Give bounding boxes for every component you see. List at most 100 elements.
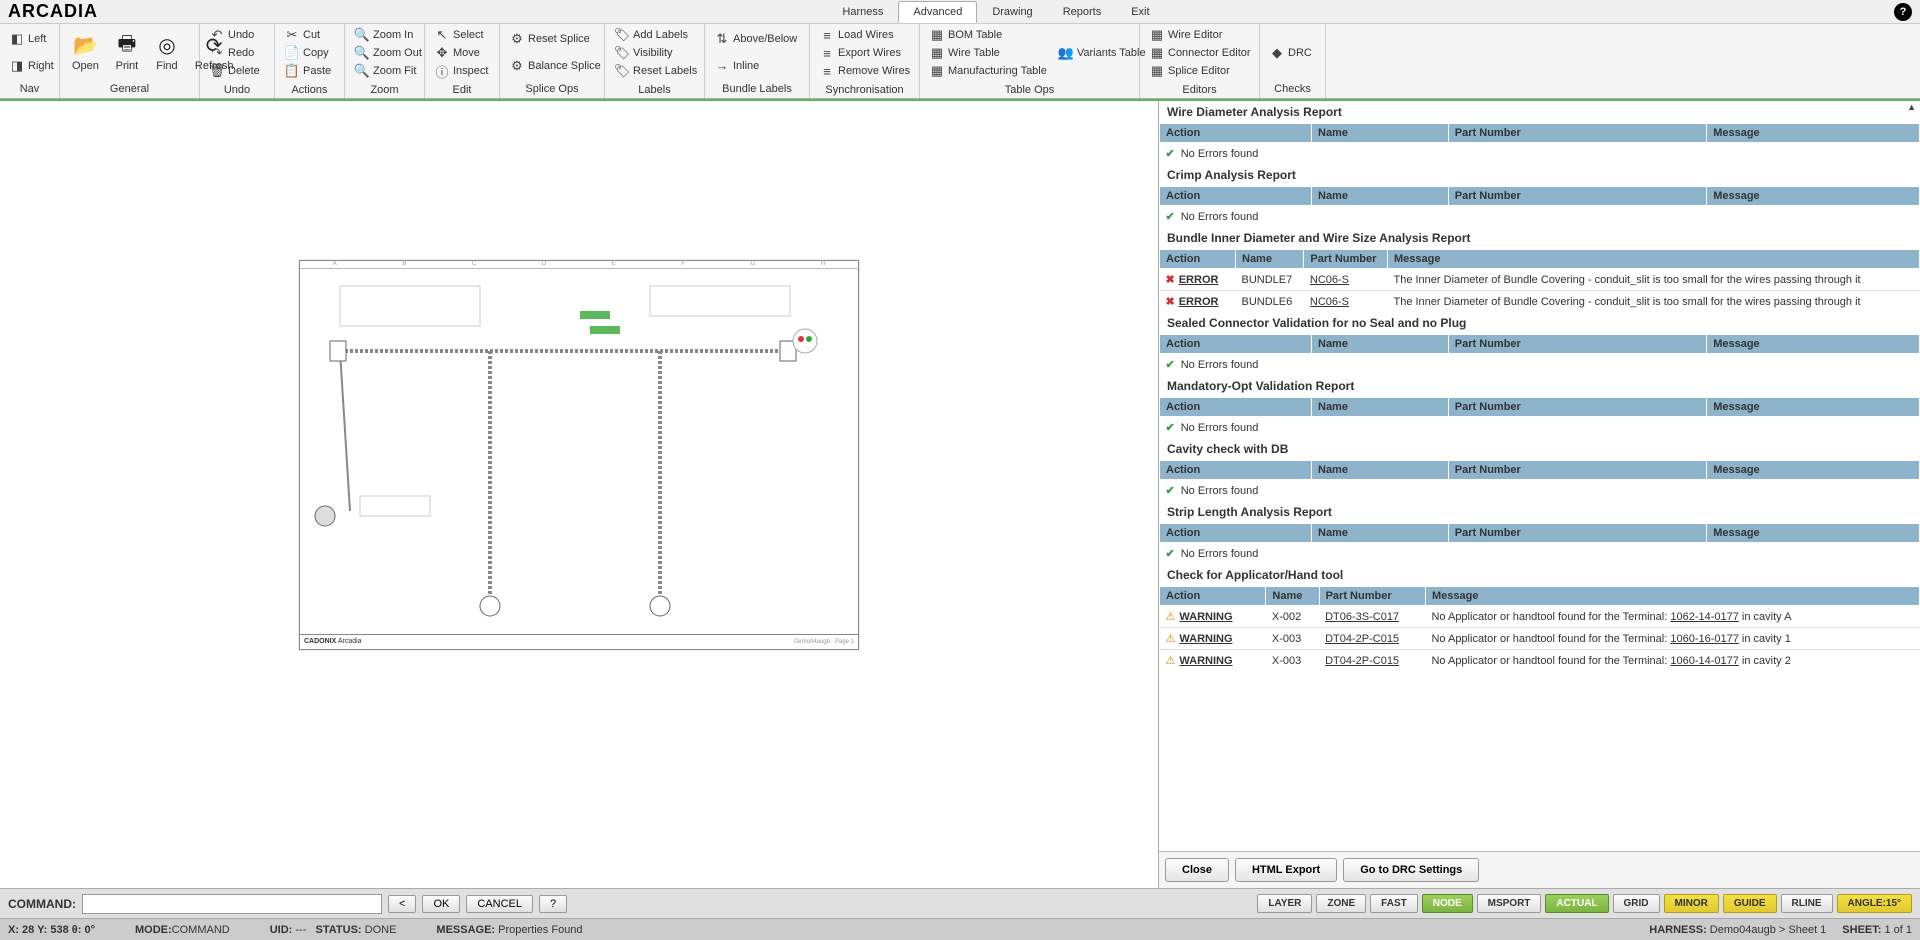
drc-col-header: Part Number — [1448, 335, 1706, 354]
menu-tab-advanced[interactable]: Advanced — [898, 1, 977, 23]
paste-button[interactable]: 📋Paste — [279, 62, 337, 80]
html-export-button[interactable]: HTML Export — [1235, 858, 1337, 882]
status-coords: X: 28 Y: 538 θ: 0° — [8, 924, 95, 936]
nav-left-button[interactable]: ◧Left — [4, 30, 60, 48]
drc-level-link[interactable]: WARNING — [1179, 655, 1232, 667]
terminal-link[interactable]: 1062-14-0177 — [1670, 611, 1739, 623]
toggle-minor[interactable]: MINOR — [1664, 894, 1719, 913]
editor-icon: ▦ — [1150, 64, 1164, 78]
cmd-help-button[interactable]: ? — [539, 895, 567, 913]
drc-level-link[interactable]: ERROR — [1179, 274, 1219, 286]
export-wires-button[interactable]: ≡Export Wires — [814, 44, 916, 62]
help-icon[interactable]: ? — [1894, 3, 1912, 21]
cmd-prev-button[interactable]: < — [388, 895, 416, 913]
zoom-in-icon: 🔍 — [355, 28, 369, 42]
toggle-fast[interactable]: FAST — [1370, 894, 1418, 913]
reset-labels-button[interactable]: 🏷Reset Labels — [609, 62, 703, 80]
drc-col-header: Name — [1312, 524, 1449, 543]
balance-splice-button[interactable]: ⚙Balance Splice — [504, 57, 607, 75]
delete-button[interactable]: 🗑Delete — [204, 62, 266, 80]
drc-level-link[interactable]: WARNING — [1179, 633, 1232, 645]
drc-no-errors-row: ✔No Errors found — [1160, 417, 1920, 439]
terminal-link[interactable]: 1060-16-0177 — [1670, 633, 1739, 645]
cut-button[interactable]: ✂Cut — [279, 26, 337, 44]
collapse-icon[interactable]: ▲ — [1907, 102, 1916, 112]
print-button[interactable]: 🖶Print — [107, 26, 147, 79]
mfg-table-button[interactable]: ▦Manufacturing Table — [924, 62, 1053, 80]
command-bar: COMMAND: < OK CANCEL ? LAYERZONEFASTNODE… — [0, 888, 1920, 918]
part-number-link[interactable]: NC06-S — [1310, 296, 1349, 308]
drc-button[interactable]: ◆DRC — [1264, 44, 1318, 62]
check-icon: ✔ — [1166, 422, 1175, 434]
zoom-in-button[interactable]: 🔍Zoom In — [349, 26, 428, 44]
command-label: COMMAND: — [8, 897, 76, 911]
command-input[interactable] — [82, 894, 382, 914]
ribbon-group-label: Zoom — [345, 82, 424, 98]
drc-col-header: Message — [1387, 250, 1919, 269]
part-number-link[interactable]: DT04-2P-C015 — [1325, 655, 1399, 667]
toggle-actual[interactable]: ACTUAL — [1545, 894, 1608, 913]
remove-wires-button[interactable]: ≡Remove Wires — [814, 62, 916, 80]
ribbon-group-label: Editors — [1140, 82, 1259, 98]
bom-table-button[interactable]: ▦BOM Table — [924, 26, 1053, 44]
wire-table-button[interactable]: ▦Wire Table — [924, 44, 1053, 62]
copy-button[interactable]: 📄Copy — [279, 44, 337, 62]
select-button[interactable]: ↖Select — [429, 26, 494, 44]
inspect-button[interactable]: ⓘInspect — [429, 62, 494, 80]
drc-scroll[interactable]: Wire Diameter Analysis Report▲ActionName… — [1159, 101, 1920, 851]
cmd-ok-button[interactable]: OK — [422, 895, 460, 913]
zoom-out-button[interactable]: 🔍Zoom Out — [349, 44, 428, 62]
part-number-link[interactable]: NC06-S — [1310, 274, 1349, 286]
drc-col-header: Action — [1160, 187, 1312, 206]
load-wires-button[interactable]: ≡Load Wires — [814, 26, 916, 44]
variants-table-button[interactable]: 👥Variants Table — [1053, 44, 1152, 62]
reset-splice-button[interactable]: ⚙Reset Splice — [504, 30, 607, 48]
toggle-msport[interactable]: MSPORT — [1477, 894, 1542, 913]
drawing-canvas[interactable]: ABCDEFGH CADONIX A — [0, 101, 1158, 888]
visibility-button[interactable]: 🏷Visibility — [609, 44, 703, 62]
check-icon: ✔ — [1166, 211, 1175, 223]
drc-level-link[interactable]: WARNING — [1179, 611, 1232, 623]
error-icon: ✖ — [1166, 296, 1175, 308]
toggle-guide[interactable]: GUIDE — [1723, 894, 1777, 913]
nav-right-button[interactable]: ◨Right — [4, 57, 60, 75]
toggle-layer[interactable]: LAYER — [1257, 894, 1312, 913]
redo-button[interactable]: ↷Redo — [204, 44, 266, 62]
move-button[interactable]: ✥Move — [429, 44, 494, 62]
menu-tab-drawing[interactable]: Drawing — [977, 1, 1047, 23]
zoom-fit-button[interactable]: 🔍Zoom Fit — [349, 62, 428, 80]
drc-button-row: Close HTML Export Go to DRC Settings — [1159, 851, 1920, 888]
main-area: ABCDEFGH CADONIX A — [0, 101, 1920, 888]
add-labels-button[interactable]: 🏷Add Labels — [609, 26, 703, 44]
menu-tab-reports[interactable]: Reports — [1048, 1, 1117, 23]
toggle-zone[interactable]: ZONE — [1316, 894, 1366, 913]
undo-button[interactable]: ↶Undo — [204, 26, 266, 44]
toggle-angle15[interactable]: ANGLE:15° — [1837, 894, 1912, 913]
ribbon-group-label: Splice Ops — [500, 81, 604, 98]
connector-editor-button[interactable]: ▦Connector Editor — [1144, 44, 1257, 62]
drc-name-cell: X-003 — [1266, 650, 1319, 672]
above-below-button[interactable]: ⇅Above/Below — [709, 30, 803, 48]
print-icon: 🖶 — [115, 34, 139, 58]
inline-button[interactable]: →Inline — [709, 57, 803, 75]
menu-tab-exit[interactable]: Exit — [1116, 1, 1164, 23]
menu-tab-harness[interactable]: Harness — [827, 1, 898, 23]
close-button[interactable]: Close — [1165, 858, 1229, 882]
splice-editor-button[interactable]: ▦Splice Editor — [1144, 62, 1257, 80]
toggle-node[interactable]: NODE — [1422, 894, 1473, 913]
goto-drc-settings-button[interactable]: Go to DRC Settings — [1343, 858, 1479, 882]
find-button[interactable]: ◎Find — [147, 26, 187, 79]
part-number-link[interactable]: DT06-3S-C017 — [1325, 611, 1399, 623]
terminal-link[interactable]: 1060-14-0177 — [1670, 655, 1739, 667]
open-button[interactable]: 📂Open — [64, 26, 107, 79]
status-bar: X: 28 Y: 538 θ: 0° MODE:COMMAND UID: ---… — [0, 918, 1920, 940]
drc-col-header: Message — [1707, 461, 1920, 480]
cmd-cancel-button[interactable]: CANCEL — [466, 895, 533, 913]
drc-level-link[interactable]: ERROR — [1179, 296, 1219, 308]
status-harness: HARNESS: Demo04augb > Sheet 1 — [1649, 924, 1826, 936]
toggle-rline[interactable]: RLINE — [1781, 894, 1833, 913]
toggle-grid[interactable]: GRID — [1613, 894, 1660, 913]
drc-col-header: Name — [1266, 587, 1319, 606]
part-number-link[interactable]: DT04-2P-C015 — [1325, 633, 1399, 645]
wire-editor-button[interactable]: ▦Wire Editor — [1144, 26, 1257, 44]
